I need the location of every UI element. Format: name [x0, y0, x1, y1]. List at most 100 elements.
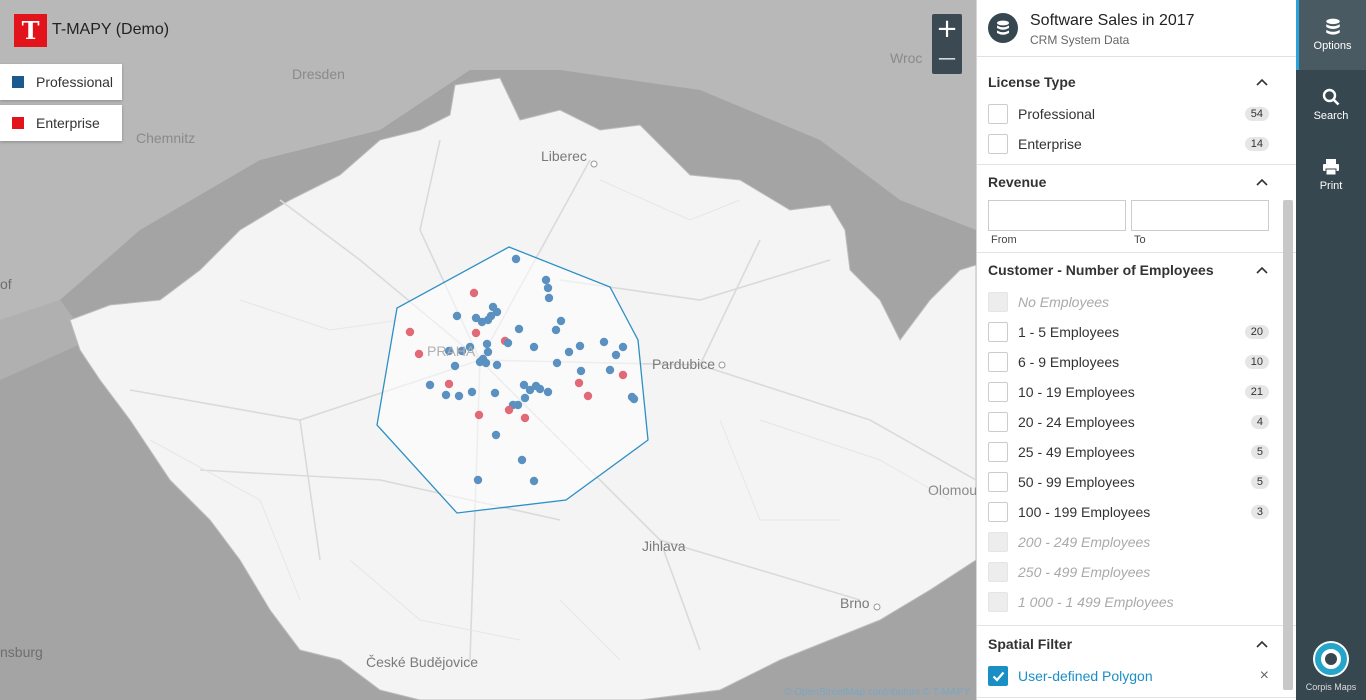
professional-point[interactable]	[543, 283, 553, 293]
city-label: Olomou	[928, 482, 976, 498]
professional-point[interactable]	[452, 311, 462, 321]
professional-point[interactable]	[551, 325, 561, 335]
professional-point[interactable]	[543, 387, 553, 397]
professional-point[interactable]	[618, 342, 628, 352]
zoom-in-button[interactable]: +	[932, 14, 962, 44]
filter-option[interactable]: 6 - 9 Employees 10	[988, 347, 1269, 377]
enterprise-point[interactable]	[469, 288, 479, 298]
enterprise-point[interactable]	[583, 391, 593, 401]
print-tool-button[interactable]: Print	[1296, 140, 1366, 210]
filter-option[interactable]: 1 - 5 Employees 20	[988, 317, 1269, 347]
map-attribution[interactable]: © OpenStreetMap contributors © T-MAPY	[784, 687, 970, 698]
map-canvas[interactable]	[0, 0, 976, 700]
panel-scrollbar[interactable]	[1283, 200, 1293, 690]
checkbox[interactable]	[988, 322, 1008, 342]
legend-item-enterprise: Enterprise	[0, 105, 122, 141]
professional-point[interactable]	[605, 365, 615, 375]
checkbox[interactable]	[988, 382, 1008, 402]
professional-point[interactable]	[450, 361, 460, 371]
filter-option[interactable]: Enterprise 14	[988, 129, 1269, 159]
professional-point[interactable]	[425, 380, 435, 390]
professional-point[interactable]	[529, 342, 539, 352]
professional-point[interactable]	[517, 455, 527, 465]
enterprise-point[interactable]	[618, 370, 628, 380]
professional-point[interactable]	[520, 393, 530, 403]
professional-point[interactable]	[473, 475, 483, 485]
professional-point[interactable]	[477, 317, 487, 327]
professional-point[interactable]	[467, 387, 477, 397]
zoom-control: + —	[932, 14, 962, 74]
professional-point[interactable]	[475, 357, 485, 367]
professional-point[interactable]	[529, 476, 539, 486]
professional-point[interactable]	[556, 316, 566, 326]
checkbox[interactable]	[988, 472, 1008, 492]
section-header[interactable]: Revenue	[988, 165, 1269, 199]
options-tool-button[interactable]: Options	[1296, 0, 1366, 70]
count-badge: 10	[1244, 355, 1269, 369]
chevron-up-icon[interactable]	[1255, 639, 1269, 649]
checkbox[interactable]	[988, 104, 1008, 124]
professional-point[interactable]	[552, 358, 562, 368]
professional-point[interactable]	[514, 324, 524, 334]
professional-point[interactable]	[525, 385, 535, 395]
count-badge: 3	[1250, 505, 1269, 519]
checkbox[interactable]	[988, 134, 1008, 154]
professional-point[interactable]	[576, 366, 586, 376]
professional-point[interactable]	[599, 337, 609, 347]
spatial-option-label[interactable]: User-defined Polygon	[1018, 668, 1260, 684]
professional-point[interactable]	[535, 384, 545, 394]
section-header[interactable]: Spatial Filter	[988, 627, 1269, 661]
close-icon[interactable]: ×	[1260, 667, 1269, 685]
revenue-to-input[interactable]	[1131, 200, 1269, 231]
search-tool-button[interactable]: Search	[1296, 70, 1366, 140]
map-view[interactable]: Dresden Chemnitz Wroc Liberec PRAHA Pard…	[0, 0, 976, 700]
chevron-up-icon[interactable]	[1255, 265, 1269, 275]
filter-option[interactable]: 20 - 24 Employees 4	[988, 407, 1269, 437]
enterprise-point[interactable]	[471, 328, 481, 338]
section-header[interactable]: Customer - Number of Employees	[988, 253, 1269, 287]
filter-option[interactable]: Professional 54	[988, 99, 1269, 129]
professional-point[interactable]	[611, 350, 621, 360]
filter-option[interactable]: 10 - 19 Employees 21	[988, 377, 1269, 407]
enterprise-point[interactable]	[504, 405, 514, 415]
checkbox[interactable]	[988, 502, 1008, 522]
professional-point[interactable]	[503, 338, 513, 348]
to-caption: To	[1134, 234, 1146, 246]
revenue-from-input[interactable]	[988, 200, 1126, 231]
professional-point[interactable]	[541, 275, 551, 285]
professional-point[interactable]	[490, 388, 500, 398]
zoom-out-button[interactable]: —	[932, 44, 962, 74]
city-label: Liberec	[541, 148, 587, 164]
chevron-up-icon[interactable]	[1255, 177, 1269, 187]
city-label: Chemnitz	[136, 130, 196, 146]
professional-point[interactable]	[454, 391, 464, 401]
professional-point[interactable]	[491, 430, 501, 440]
enterprise-point[interactable]	[520, 413, 530, 423]
professional-point[interactable]	[441, 390, 451, 400]
checkbox[interactable]	[988, 412, 1008, 432]
enterprise-point[interactable]	[405, 327, 415, 337]
professional-point[interactable]	[575, 341, 585, 351]
professional-point[interactable]	[492, 360, 502, 370]
professional-point[interactable]	[483, 347, 493, 357]
section-header[interactable]: License Type	[988, 65, 1269, 99]
checkbox-checked[interactable]	[988, 666, 1008, 686]
checkbox[interactable]	[988, 442, 1008, 462]
filter-option[interactable]: 25 - 49 Employees 5	[988, 437, 1269, 467]
professional-point[interactable]	[544, 293, 554, 303]
professional-point[interactable]	[482, 339, 492, 349]
enterprise-point[interactable]	[444, 379, 454, 389]
spatial-filter-option[interactable]: User-defined Polygon ×	[988, 661, 1269, 691]
tool-label: Search	[1313, 110, 1349, 122]
enterprise-point[interactable]	[474, 410, 484, 420]
enterprise-point[interactable]	[574, 378, 584, 388]
enterprise-point[interactable]	[414, 349, 424, 359]
corpis-brand[interactable]: Corpis Maps	[1296, 640, 1366, 692]
professional-point[interactable]	[629, 394, 639, 404]
professional-point[interactable]	[564, 347, 574, 357]
chevron-up-icon[interactable]	[1255, 77, 1269, 87]
filter-option[interactable]: 100 - 199 Employees 3	[988, 497, 1269, 527]
filter-option[interactable]: 50 - 99 Employees 5	[988, 467, 1269, 497]
checkbox[interactable]	[988, 352, 1008, 372]
professional-point[interactable]	[511, 254, 521, 264]
